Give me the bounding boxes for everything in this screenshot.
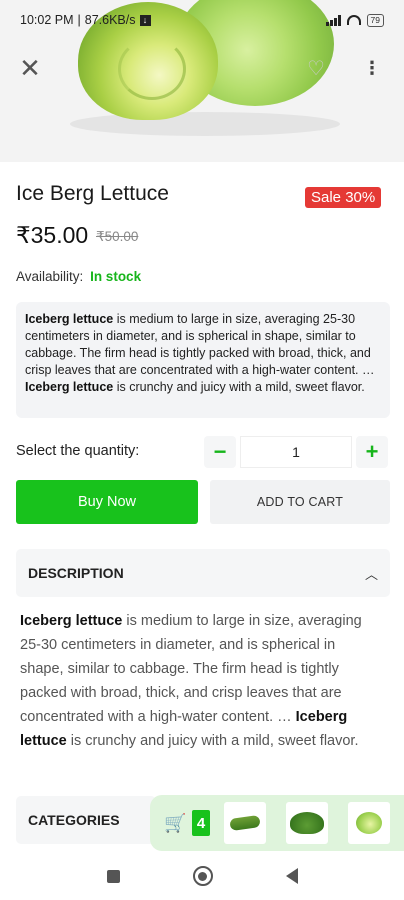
image-shadow [70, 112, 340, 136]
more-vertical-icon[interactable]: ⋮ [358, 54, 386, 82]
quantity-label: Select the quantity: [16, 443, 140, 459]
short-description: Iceberg lettuce is medium to large in si… [16, 302, 390, 418]
description-accordion[interactable]: DESCRIPTION ︿ [16, 549, 390, 597]
signal-icon [326, 14, 341, 26]
long-description: Iceberg lettuce is medium to large in si… [20, 609, 380, 753]
buy-now-button[interactable]: Buy Now [16, 480, 198, 524]
system-nav-bar [0, 852, 404, 900]
original-price: ₹50.00 [96, 229, 139, 244]
desc-text: is crunchy and juicy with a mild, sweet … [113, 380, 365, 394]
availability-label: Availability: [16, 269, 84, 284]
status-time: 10:02 PM [20, 13, 74, 27]
categories-heading: CATEGORIES [28, 812, 120, 828]
quantity-decrease-button[interactable]: − [204, 436, 236, 468]
quantity-input[interactable] [240, 436, 352, 468]
back-icon[interactable] [285, 868, 298, 884]
cart-item-thumbnail[interactable] [286, 802, 328, 844]
product-title: Ice Berg Lettuce [16, 182, 169, 205]
cart-icon[interactable]: 🛒 [164, 813, 186, 834]
cart-item-thumbnail[interactable] [348, 802, 390, 844]
chevron-up-icon: ︿ [364, 566, 378, 582]
product-price: ₹35.00 [16, 222, 89, 248]
home-icon[interactable] [192, 866, 213, 886]
description-heading: DESCRIPTION [28, 565, 124, 581]
status-speed: 87.6KB/s [84, 13, 136, 27]
recents-icon[interactable] [106, 869, 120, 883]
desc-highlight: Iceberg lettuce [25, 380, 114, 394]
desc-highlight: Iceberg lettuce [25, 312, 114, 326]
cart-item-thumbnail[interactable] [224, 802, 266, 844]
sale-badge: Sale 30% [305, 187, 382, 208]
close-icon[interactable]: ✕ [16, 53, 44, 83]
categories-accordion[interactable]: CATEGORIES [16, 796, 156, 844]
stock-status: In stock [90, 269, 142, 284]
add-to-cart-button[interactable]: ADD TO CART [210, 480, 390, 524]
status-bar: 10:02 PM | 87.6KB/s ↓ 79 [0, 0, 404, 40]
desc-highlight: Iceberg lettuce [20, 613, 123, 629]
download-icon: ↓ [139, 14, 151, 26]
wifi-icon [346, 15, 361, 25]
mini-cart-bar[interactable]: 🛒 4 [150, 795, 404, 851]
desc-text: is crunchy and juicy with a mild, sweet … [66, 733, 359, 749]
cart-count-badge: 4 [192, 810, 210, 836]
battery-icon: 79 [366, 13, 384, 27]
quantity-increase-button[interactable]: + [356, 436, 388, 468]
heart-icon[interactable]: ♡ [302, 54, 330, 82]
availability: Availability: In stock [16, 269, 141, 284]
